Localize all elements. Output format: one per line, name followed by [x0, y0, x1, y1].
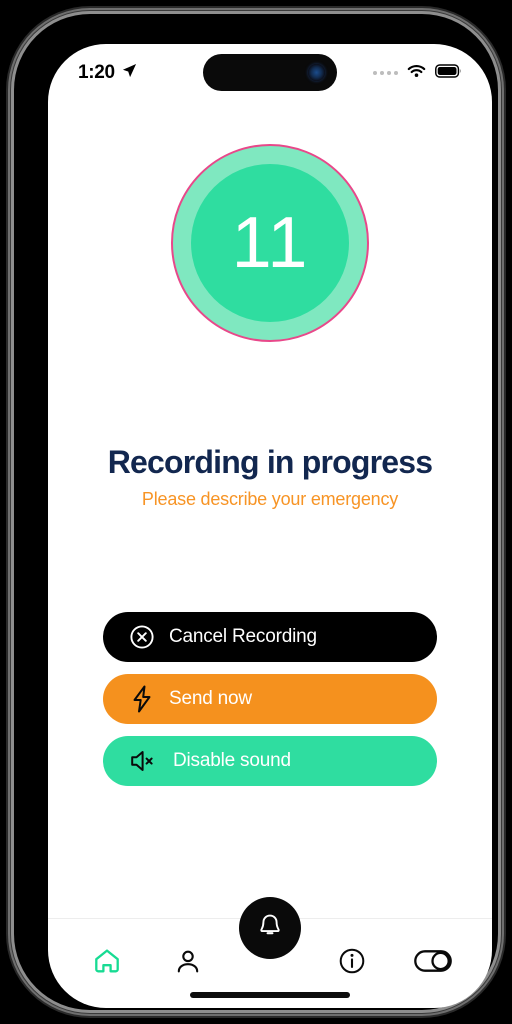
send-now-label: Send now — [169, 688, 252, 709]
nav-item-profile[interactable] — [162, 943, 214, 983]
countdown-timer: 11 — [48, 144, 492, 342]
page-subtitle: Please describe your emergency — [141, 489, 399, 509]
status-time: 1:20 — [78, 62, 115, 83]
toggle-switch-icon — [414, 949, 453, 978]
timer-ring: 11 — [171, 144, 369, 342]
disable-sound-label: Disable sound — [173, 750, 291, 771]
cancel-recording-label: Cancel Recording — [169, 626, 317, 647]
person-icon — [174, 947, 202, 980]
status-bar-left: 1:20 — [78, 62, 137, 84]
info-circle-icon — [338, 947, 366, 980]
cellular-dots-icon — [373, 71, 398, 75]
heading-block: Recording in progress Please describe yo… — [48, 444, 492, 510]
nav-item-home[interactable] — [81, 943, 133, 983]
cancel-recording-button[interactable]: Cancel Recording — [103, 612, 437, 662]
nav-item-settings[interactable] — [407, 943, 459, 983]
bell-icon — [256, 912, 284, 945]
action-buttons: Cancel Recording Send now Disable sound — [48, 612, 492, 786]
front-camera-icon — [308, 64, 325, 81]
wifi-icon — [407, 64, 426, 83]
bottom-nav — [48, 897, 492, 1008]
circle-x-icon — [129, 624, 155, 650]
page-title: Recording in progress — [107, 444, 433, 480]
battery-full-icon — [435, 63, 462, 83]
phone-frame: 1:20 11 Recording in progress Please des… — [14, 14, 498, 1010]
phone-screen: 1:20 11 Recording in progress Please des… — [48, 44, 492, 1008]
disable-sound-button[interactable]: Disable sound — [103, 736, 437, 786]
home-icon — [92, 946, 122, 981]
home-indicator[interactable] — [190, 992, 350, 998]
nav-alert-button[interactable] — [239, 897, 301, 959]
dynamic-island[interactable] — [203, 54, 337, 91]
send-now-button[interactable]: Send now — [103, 674, 437, 724]
nav-item-info[interactable] — [326, 943, 378, 983]
location-arrow-icon — [122, 63, 137, 83]
lightning-bolt-icon — [129, 685, 155, 713]
status-bar-right — [373, 63, 462, 83]
timer-count-value: 11 — [231, 203, 309, 283]
speaker-mute-icon — [129, 748, 159, 774]
timer-inner-circle: 11 — [191, 164, 349, 322]
